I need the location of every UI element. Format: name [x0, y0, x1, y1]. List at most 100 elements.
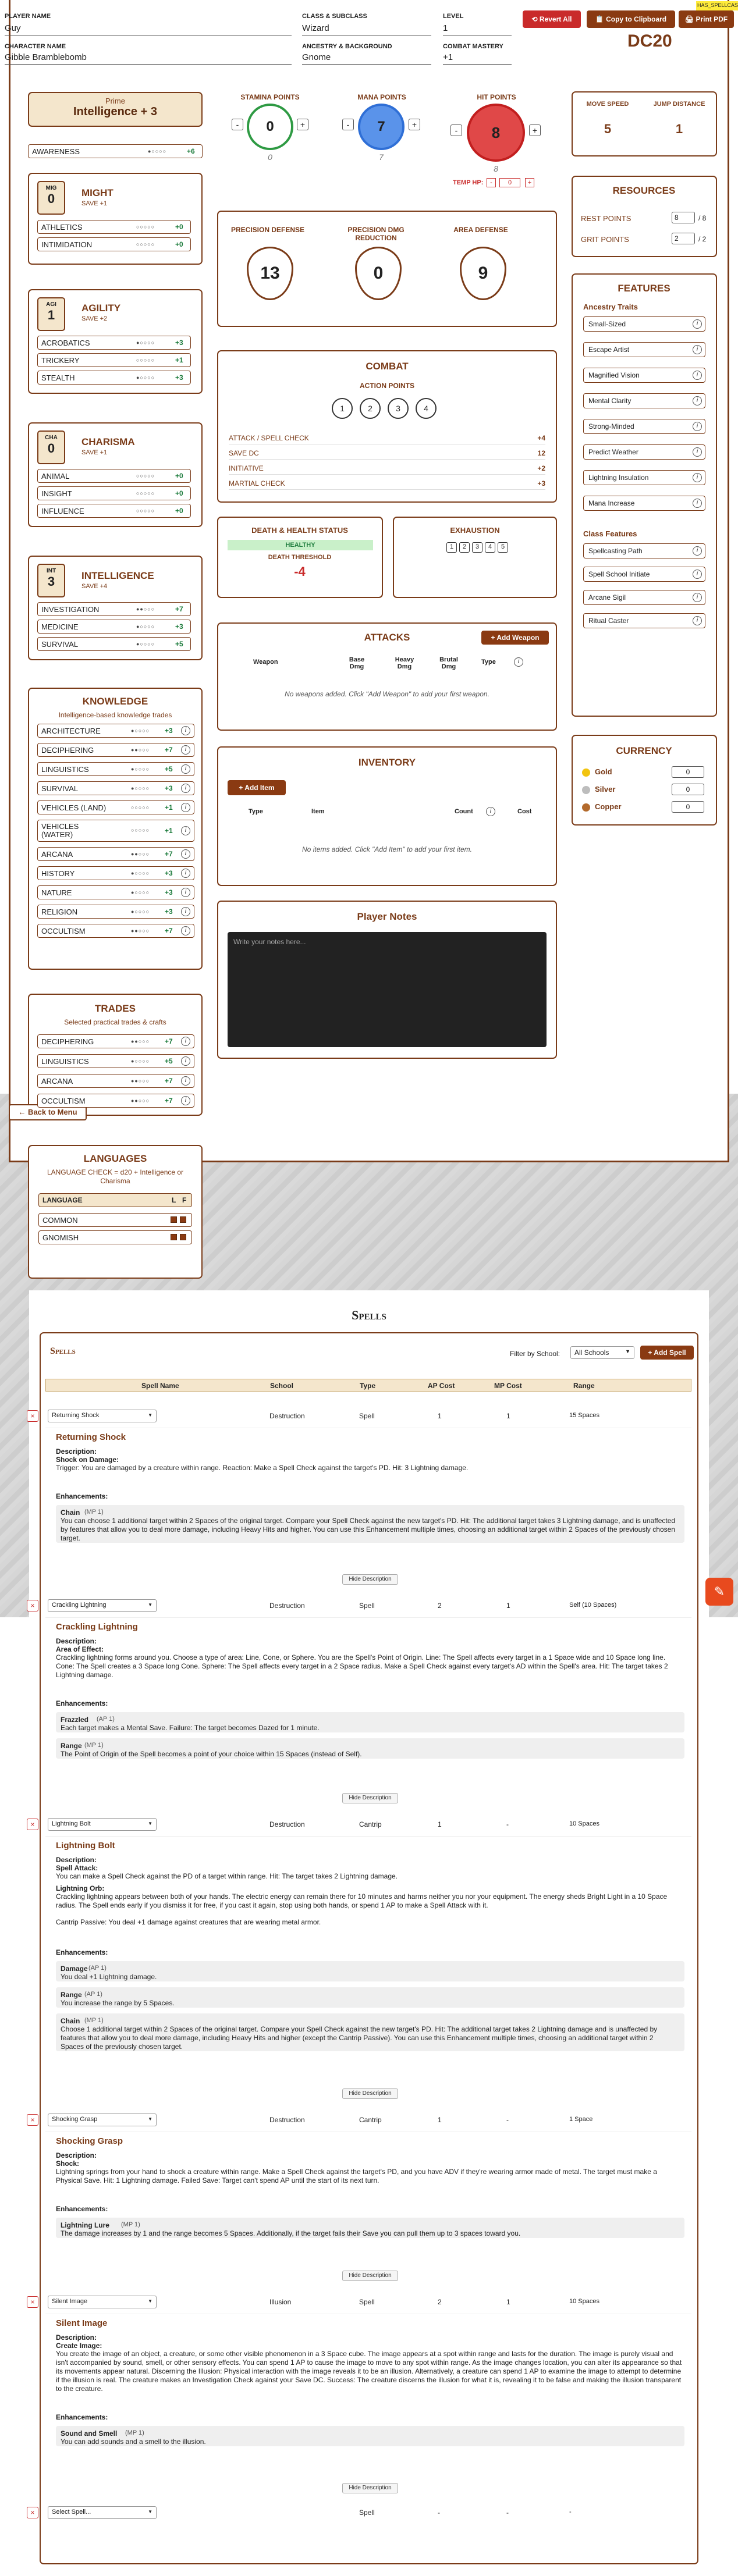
spell-select[interactable]: Lightning Bolt ▼: [48, 1818, 157, 1831]
spell-select[interactable]: Returning Shock ▼: [48, 1410, 157, 1422]
stamina-circle[interactable]: 0: [247, 104, 293, 150]
mastery-dots[interactable]: ●○○○○: [131, 728, 150, 734]
mastery-dots[interactable]: ●○○○○: [131, 1058, 150, 1064]
hp-increment-button[interactable]: +: [529, 124, 541, 136]
info-icon[interactable]: i: [693, 616, 702, 625]
mastery-dots[interactable]: ○○○○○: [131, 827, 150, 833]
exhaustion-level-box[interactable]: 1: [446, 542, 457, 553]
mastery-dots[interactable]: ●○○○○: [131, 870, 150, 876]
mastery-dots[interactable]: ●○○○○: [131, 785, 150, 791]
exhaustion-level-box[interactable]: 2: [459, 542, 470, 553]
gold-input[interactable]: 0: [672, 766, 704, 778]
ancestry-trait-item[interactable]: Mental Clarity i: [583, 393, 705, 408]
info-icon[interactable]: i: [181, 803, 190, 812]
temp-hp-input[interactable]: 0: [499, 178, 520, 187]
silver-input[interactable]: 0: [672, 784, 704, 795]
spell-select[interactable]: Silent Image ▼: [48, 2296, 157, 2308]
rest-points-input[interactable]: 8: [672, 212, 695, 223]
level-field[interactable]: 1: [443, 23, 448, 33]
class-field[interactable]: Wizard: [302, 23, 329, 33]
action-point-circle[interactable]: 3: [388, 398, 409, 419]
ancestry-trait-item[interactable]: Lightning Insulation i: [583, 470, 705, 485]
ancestry-trait-item[interactable]: Small-Sized i: [583, 316, 705, 332]
delete-spell-button[interactable]: ×: [27, 2114, 38, 2126]
mastery-dots[interactable]: ●●○○○: [131, 1038, 150, 1044]
delete-spell-button[interactable]: ×: [27, 2296, 38, 2308]
delete-spell-button[interactable]: ×: [27, 2507, 38, 2518]
exhaustion-level-box[interactable]: 4: [485, 542, 495, 553]
hp-circle[interactable]: 8: [467, 104, 525, 162]
mastery-dots[interactable]: ●○○○○: [136, 340, 155, 346]
mastery-dots[interactable]: ●○○○○: [131, 909, 150, 915]
mastery-dots[interactable]: ●●○○○: [131, 1098, 150, 1104]
temp-hp-decrement-button[interactable]: -: [487, 178, 496, 187]
add-item-button[interactable]: + Add Item: [228, 780, 286, 795]
exhaustion-level-box[interactable]: 5: [498, 542, 508, 553]
mana-circle[interactable]: 7: [358, 104, 405, 150]
hide-description-button[interactable]: Hide Description: [342, 1793, 398, 1803]
info-icon[interactable]: i: [693, 422, 702, 431]
mastery-dots[interactable]: ○○○○○: [136, 490, 155, 496]
info-icon[interactable]: i: [693, 447, 702, 457]
limited-checkbox[interactable]: [171, 1234, 177, 1240]
mastery-dots[interactable]: ○○○○○: [136, 241, 155, 247]
mastery-dots[interactable]: ○○○○○: [136, 357, 155, 363]
delete-spell-button[interactable]: ×: [27, 1819, 38, 1830]
info-icon[interactable]: i: [693, 570, 702, 579]
fluent-checkbox[interactable]: [180, 1234, 186, 1240]
info-icon[interactable]: i: [181, 826, 190, 835]
info-icon[interactable]: i: [693, 345, 702, 354]
spell-select[interactable]: Select Spell... ▼: [48, 2506, 157, 2519]
mastery-dots[interactable]: ●●○○○: [136, 606, 155, 612]
temp-hp-increment-button[interactable]: +: [525, 178, 534, 187]
hide-description-button[interactable]: Hide Description: [342, 2088, 398, 2099]
info-icon[interactable]: i: [181, 764, 190, 774]
exhaustion-level-box[interactable]: 3: [472, 542, 482, 553]
info-icon[interactable]: i: [486, 807, 495, 816]
mastery-dots[interactable]: ●○○○○: [131, 889, 150, 895]
stamina-decrement-button[interactable]: -: [232, 119, 243, 130]
info-icon[interactable]: i: [181, 926, 190, 935]
copper-input[interactable]: 0: [672, 801, 704, 813]
action-point-circle[interactable]: 4: [416, 398, 437, 419]
class-feature-item[interactable]: Ritual Caster i: [583, 613, 705, 628]
copy-clipboard-button[interactable]: 📋 Copy to Clipboard: [587, 10, 675, 28]
info-icon[interactable]: i: [693, 319, 702, 329]
notes-textarea[interactable]: Write your notes here...: [228, 932, 547, 1047]
add-spell-button[interactable]: + Add Spell: [640, 1346, 694, 1360]
ancestry-trait-item[interactable]: Mana Increase i: [583, 496, 705, 511]
revert-all-button[interactable]: ⟲ Revert All: [523, 10, 581, 28]
info-icon[interactable]: i: [181, 869, 190, 878]
mastery-dots[interactable]: ○○○○○: [131, 805, 150, 810]
info-icon[interactable]: i: [181, 1076, 190, 1086]
spell-select[interactable]: Shocking Grasp ▼: [48, 2114, 157, 2126]
print-pdf-button[interactable]: 🖨 Print PDF: [679, 10, 734, 28]
fluent-checkbox[interactable]: [180, 1216, 186, 1223]
mastery-dots[interactable]: ●○○○○: [131, 766, 150, 772]
info-icon[interactable]: i: [181, 907, 190, 916]
info-icon[interactable]: i: [181, 888, 190, 897]
mastery-dots[interactable]: ○○○○○: [136, 224, 155, 230]
action-point-circle[interactable]: 2: [360, 398, 381, 419]
info-icon[interactable]: i: [181, 784, 190, 793]
info-icon[interactable]: i: [693, 546, 702, 556]
limited-checkbox[interactable]: [171, 1216, 177, 1223]
mastery-dots[interactable]: ●○○○○: [136, 641, 155, 647]
ancestry-field[interactable]: Gnome: [302, 52, 331, 62]
mastery-dots[interactable]: ○○○○○: [136, 508, 155, 514]
mastery-dots[interactable]: ●●○○○: [131, 928, 150, 934]
delete-spell-button[interactable]: ×: [27, 1600, 38, 1611]
delete-spell-button[interactable]: ×: [27, 1410, 38, 1422]
add-weapon-button[interactable]: + Add Weapon: [481, 631, 549, 645]
hp-decrement-button[interactable]: -: [450, 124, 462, 136]
info-icon[interactable]: i: [693, 473, 702, 482]
info-icon[interactable]: i: [181, 849, 190, 859]
info-icon[interactable]: i: [181, 1056, 190, 1066]
mastery-dots[interactable]: ●○○○○: [136, 375, 155, 380]
hide-description-button[interactable]: Hide Description: [342, 2271, 398, 2281]
mastery-dots[interactable]: ●○○○○: [148, 148, 166, 154]
spell-select[interactable]: Crackling Lightning ▼: [48, 1599, 157, 1612]
class-feature-item[interactable]: Spellcasting Path i: [583, 543, 705, 558]
mana-increment-button[interactable]: +: [409, 119, 420, 130]
mana-decrement-button[interactable]: -: [342, 119, 354, 130]
